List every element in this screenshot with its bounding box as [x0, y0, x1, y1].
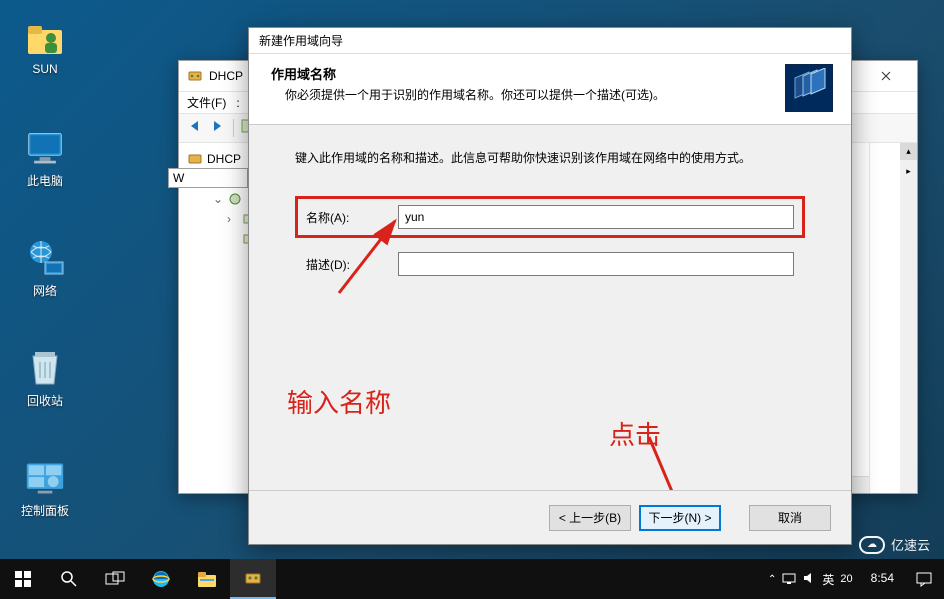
- wizard-body-hint: 键入此作用域的名称和描述。此信息可帮助你快速识别该作用域在网络中的使用方式。: [295, 149, 805, 166]
- annotation-highlight: 名称(A):: [295, 196, 805, 238]
- clock-time: 8:54: [871, 571, 894, 585]
- wizard-footer: < 上一步(B) 下一步(N) > 取消: [249, 490, 851, 544]
- desktop-icon-this-pc[interactable]: 此电脑: [10, 128, 80, 189]
- tree-root-label: DHCP: [207, 152, 241, 166]
- tray-overflow-icon[interactable]: ⌃: [768, 574, 776, 585]
- action-center-button[interactable]: [904, 559, 944, 599]
- annotation-text-input: 输入名称: [287, 383, 391, 420]
- annotation-text-click: 点击: [609, 415, 661, 452]
- partial-window-label: W: [173, 171, 184, 185]
- close-button[interactable]: [863, 61, 909, 91]
- user-folder-icon: [25, 18, 65, 58]
- ipv4-icon: [227, 191, 243, 207]
- dhcp-root-icon: [187, 151, 203, 167]
- this-pc-icon: [25, 128, 65, 168]
- nav-back-button[interactable]: [185, 117, 205, 140]
- ime-num[interactable]: 20: [840, 573, 852, 585]
- recycle-bin-icon: [25, 348, 65, 388]
- control-panel-icon: [25, 458, 65, 498]
- wizard-banner-icon: [785, 64, 833, 112]
- desktop-icon-recycle-bin[interactable]: 回收站: [10, 348, 80, 409]
- desktop-icon-control-panel[interactable]: 控制面板: [10, 458, 80, 519]
- new-scope-wizard: 新建作用域向导 作用域名称 你必须提供一个用于识别的作用域名称。你还可以提供一个…: [248, 27, 852, 545]
- cancel-button[interactable]: 取消: [749, 505, 831, 531]
- ime-indicator[interactable]: 英: [822, 571, 834, 588]
- menu-more[interactable]: :: [236, 96, 239, 110]
- desktop-icon-label: 网络: [10, 282, 80, 299]
- mmc-title-text: DHCP: [209, 69, 243, 83]
- nav-forward-button[interactable]: [207, 117, 227, 140]
- taskbar-ie[interactable]: [138, 559, 184, 599]
- scope-description-input[interactable]: [398, 252, 794, 276]
- watermark: ☁ 亿速云: [859, 535, 930, 554]
- back-button[interactable]: < 上一步(B): [549, 505, 631, 531]
- desktop-icon-label: 此电脑: [10, 172, 80, 189]
- system-tray[interactable]: ⌃ 英 20: [760, 571, 861, 588]
- description-label: 描述(D):: [306, 256, 398, 273]
- tree-collapse-icon[interactable]: ⌄: [213, 192, 223, 206]
- desktop-icon-label: 控制面板: [10, 502, 80, 519]
- desktop-icon-label: SUN: [10, 62, 80, 76]
- name-label: 名称(A):: [306, 209, 398, 226]
- wizard-body: 键入此作用域的名称和描述。此信息可帮助你快速识别该作用域在网络中的使用方式。 名…: [249, 125, 851, 467]
- taskbar[interactable]: ⌃ 英 20 8:54: [0, 559, 944, 599]
- scope-name-input[interactable]: [398, 205, 794, 229]
- taskbar-clock[interactable]: 8:54: [861, 572, 904, 585]
- partial-window: W: [168, 168, 248, 188]
- taskbar-dhcp[interactable]: [230, 559, 276, 599]
- wizard-header-title: 作用域名称: [271, 67, 336, 82]
- tray-network-icon[interactable]: [782, 571, 796, 588]
- wizard-header-sub: 你必须提供一个用于识别的作用域名称。你还可以提供一个描述(可选)。: [271, 86, 665, 103]
- wizard-titlebar[interactable]: 新建作用域向导: [249, 28, 851, 54]
- next-button[interactable]: 下一步(N) >: [639, 505, 721, 531]
- toolbar-sep: [233, 119, 234, 137]
- mmc-actions-pane: ▴ ▸: [869, 143, 917, 493]
- scroll-right-button[interactable]: ▸: [900, 163, 917, 180]
- watermark-text: 亿速云: [891, 535, 930, 554]
- tray-volume-icon[interactable]: [802, 571, 816, 588]
- search-button[interactable]: [46, 559, 92, 599]
- taskbar-explorer[interactable]: [184, 559, 230, 599]
- task-view-button[interactable]: [92, 559, 138, 599]
- start-button[interactable]: [0, 559, 46, 599]
- desktop-icon-network[interactable]: 网络: [10, 238, 80, 299]
- network-icon: [25, 238, 65, 278]
- desktop-icon-user[interactable]: SUN: [10, 18, 80, 76]
- wizard-title-text: 新建作用域向导: [259, 32, 343, 49]
- tree-expand-icon[interactable]: ›: [227, 212, 237, 226]
- vertical-scrollbar[interactable]: ▴ ▸: [900, 143, 917, 493]
- desktop-icon-label: 回收站: [10, 392, 80, 409]
- cloud-logo-icon: ☁: [859, 536, 885, 554]
- scroll-up-button[interactable]: ▴: [900, 143, 917, 160]
- wizard-header: 作用域名称 你必须提供一个用于识别的作用域名称。你还可以提供一个描述(可选)。: [249, 54, 851, 125]
- dhcp-app-icon: [187, 68, 203, 84]
- menu-file[interactable]: 文件(F): [187, 94, 226, 111]
